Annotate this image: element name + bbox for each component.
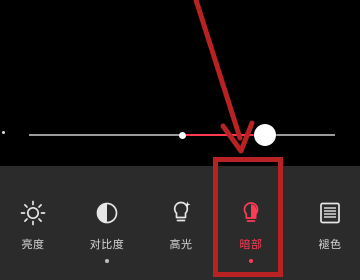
- tool-contrast-label: 对比度: [89, 238, 125, 251]
- preview-edge-dot: [2, 131, 5, 134]
- tool-brightness[interactable]: 亮度: [3, 200, 63, 270]
- tool-shadows-modified-dot: [249, 259, 253, 263]
- tool-highlights-label: 高光: [169, 238, 193, 251]
- adjust-toolbar: 亮度 对比度 高光 暗部 褪色: [0, 166, 360, 280]
- tool-contrast-modified-dot: [105, 259, 109, 263]
- adjust-slider-center-mark: [178, 131, 186, 139]
- adjust-slider-thumb[interactable]: [253, 124, 276, 146]
- tool-shadows-label: 暗部: [239, 238, 263, 251]
- tool-fade-label: 褪色: [318, 238, 342, 251]
- sun-icon: [20, 200, 46, 226]
- lightbulb-sparkle-icon: [173, 201, 191, 222]
- tool-highlights[interactable]: 高光: [151, 200, 211, 270]
- tool-shadows[interactable]: 暗部: [221, 200, 281, 270]
- contrast-icon: [96, 202, 118, 224]
- half-bulb-icon: [243, 202, 259, 222]
- photo-preview: [0, 0, 360, 166]
- tool-fade[interactable]: 褪色: [300, 200, 360, 270]
- annotation-arrow: [193, 0, 255, 154]
- adjust-slider-fill: [182, 134, 265, 136]
- tool-contrast[interactable]: 对比度: [77, 200, 137, 270]
- tool-brightness-label: 亮度: [21, 238, 45, 251]
- film-icon: [320, 202, 340, 224]
